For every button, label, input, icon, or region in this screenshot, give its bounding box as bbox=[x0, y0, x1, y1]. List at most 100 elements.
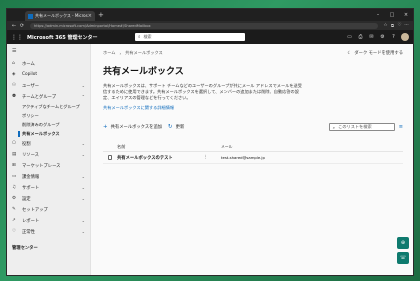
list-search-input[interactable]: ⌕ このリストを検索 bbox=[328, 123, 395, 131]
list-search-placeholder: このリストを検索 bbox=[338, 124, 372, 129]
add-icon: + bbox=[103, 124, 108, 130]
column-header-name[interactable]: 名前 bbox=[117, 144, 203, 150]
mailbox-name[interactable]: 共有メールボックスのテスト bbox=[117, 155, 203, 161]
sidebar-item-label: マーケットプレース bbox=[22, 163, 61, 169]
mail-icon[interactable]: ✉ bbox=[366, 34, 377, 40]
table-header: 名前 メール bbox=[103, 143, 403, 152]
sidebar-toggle-icon[interactable]: ☰ bbox=[7, 48, 90, 58]
sidebar-item-label: セットアップ bbox=[22, 207, 48, 213]
browser-window: 共有メールボックス - Microsoft 365 管 × + – □ × ← … bbox=[6, 8, 414, 276]
chevron-down-icon: ⌄ bbox=[81, 196, 85, 201]
support-icon: ♫ bbox=[12, 185, 17, 190]
list-toolbar: + 共有メールボックスを追加 ↻ 更新 ⌕ このリストを検索 ≡ bbox=[103, 123, 403, 131]
window-controls: – □ × bbox=[371, 12, 413, 18]
settings-icon[interactable]: ⚙ bbox=[377, 34, 388, 40]
chevron-down-icon: ⌄ bbox=[81, 174, 85, 179]
favorite-icon[interactable]: ☆ bbox=[382, 23, 389, 29]
marketplace-icon: ⊞ bbox=[12, 163, 16, 168]
back-icon[interactable]: ← bbox=[10, 23, 18, 29]
sidebar-item-billing[interactable]: ▭ 課金情報 ⌄ bbox=[7, 171, 90, 182]
browser-toolbar-icons: ☆ ⧉ ♡ ⋯ bbox=[382, 23, 410, 29]
sidebar-item-marketplace[interactable]: ⊞ マーケットプレース bbox=[7, 160, 90, 171]
assist-icon[interactable]: ⊕ bbox=[397, 237, 409, 249]
maximize-button[interactable]: □ bbox=[385, 12, 399, 18]
breadcrumb-current: 共有メールボックス bbox=[125, 50, 163, 55]
help-icon[interactable]: ? bbox=[388, 34, 399, 40]
sidebar-item-label: チームとグループ bbox=[22, 94, 56, 100]
sidebar-subitem-deleted-groups[interactable]: 削除済みのグループ bbox=[7, 120, 90, 129]
new-tab-button[interactable]: + bbox=[98, 11, 104, 19]
moon-icon: ☾ bbox=[347, 50, 352, 56]
sidebar-subitem-active-teams[interactable]: アクティブなチームとグループ bbox=[7, 102, 90, 111]
sidebar-subitem-shared-mailboxes[interactable]: 共有メールボックス bbox=[7, 129, 90, 138]
sidebar-item-label: サポート bbox=[22, 185, 40, 191]
tab-close-icon[interactable]: × bbox=[88, 13, 92, 19]
row-checkbox[interactable] bbox=[107, 155, 113, 160]
sidebar-item-settings[interactable]: ⚙ 設定 ⌄ bbox=[7, 193, 90, 204]
close-window-button[interactable]: × bbox=[399, 12, 413, 18]
header-search-input[interactable]: ⌕ 検索 bbox=[135, 33, 245, 41]
billing-icon: ▭ bbox=[12, 174, 17, 179]
page-title: 共有メールボックス bbox=[103, 67, 184, 77]
chevron-down-icon: ⌄ bbox=[81, 141, 85, 146]
sidebar-item-setup[interactable]: ✎ セットアップ bbox=[7, 204, 90, 215]
table-row[interactable]: 共有メールボックスのテスト ⋮ test-shared@sample.jp bbox=[103, 152, 403, 164]
content-pane: ホーム › 共有メールボックス ☾ ダーク モードを使用する 共有メールボックス… bbox=[91, 44, 413, 275]
sidebar-item-label: レポート bbox=[22, 218, 40, 224]
sidebar-item-home[interactable]: ⌂ ホーム bbox=[7, 58, 90, 69]
resources-icon: ▤ bbox=[12, 152, 17, 157]
user-icon: ⚇ bbox=[12, 83, 17, 88]
minimize-button[interactable]: – bbox=[371, 12, 385, 18]
gear-icon: ⚙ bbox=[12, 196, 17, 201]
chevron-up-icon: ⌃ bbox=[81, 94, 85, 99]
sidebar-section-admin-centers: 管理センター bbox=[12, 246, 38, 251]
dark-mode-toggle[interactable]: ☾ ダーク モードを使用する bbox=[347, 50, 404, 57]
favicon-icon bbox=[28, 13, 33, 19]
row-check-cell bbox=[103, 155, 117, 160]
sidebar-subitem-policies[interactable]: ポリシー bbox=[7, 111, 90, 120]
sidebar-item-label: 課金情報 bbox=[22, 174, 40, 180]
more-actions-icon[interactable]: ⋮ bbox=[203, 155, 221, 160]
mailbox-table: 名前 メール 共有メールボックスのテスト ⋮ test-shared@sampl… bbox=[103, 143, 403, 164]
refresh-label: 更新 bbox=[175, 125, 185, 130]
copilot-icon: ◈ bbox=[12, 72, 16, 77]
add-shared-mailbox-button[interactable]: + 共有メールボックスを追加 bbox=[103, 124, 162, 130]
tab-title: 共有メールボックス - Microsoft 365 管 bbox=[35, 13, 88, 18]
more-icon[interactable]: ⋯ bbox=[403, 23, 410, 29]
sidebar-item-support[interactable]: ♫ サポート ⌄ bbox=[7, 182, 90, 193]
address-bar: ← ⟳ https://admin.microsoft.com/Adminpor… bbox=[7, 21, 413, 30]
breadcrumb-separator: › bbox=[119, 50, 122, 56]
sidebar-item-label: Copilot bbox=[22, 72, 38, 77]
learn-more-link[interactable]: 共有メールボックスに関する詳細情報 bbox=[103, 105, 403, 111]
browser-tab[interactable]: 共有メールボックス - Microsoft 365 管 × bbox=[25, 11, 95, 21]
search-icon: ⌕ bbox=[138, 35, 141, 40]
collections-icon[interactable]: ♡ bbox=[396, 23, 403, 29]
split-screen-icon[interactable]: ⧉ bbox=[389, 23, 396, 29]
chat-support-icon[interactable]: ☏ bbox=[397, 252, 409, 264]
browser-tab-bar: 共有メールボックス - Microsoft 365 管 × + – □ × bbox=[7, 9, 413, 21]
sidebar-item-copilot[interactable]: ◈ Copilot bbox=[7, 69, 90, 80]
sidebar-item-users[interactable]: ⚇ ユーザー ⌄ bbox=[7, 80, 90, 91]
refresh-button[interactable]: ↻ 更新 bbox=[168, 124, 184, 130]
screen-icon[interactable]: ▭ bbox=[344, 34, 355, 40]
sidebar-item-roles[interactable]: ⎔ 役割 ⌄ bbox=[7, 138, 90, 149]
sidebar-item-teams-groups[interactable]: ⚉ チームとグループ ⌃ bbox=[7, 91, 90, 102]
app-title[interactable]: Microsoft 365 管理センター bbox=[27, 34, 105, 41]
sidebar-item-resources[interactable]: ▤ リソース ⌄ bbox=[7, 149, 90, 160]
sidebar-item-label: 役割 bbox=[22, 141, 31, 147]
column-header-email[interactable]: メール bbox=[221, 144, 403, 150]
app-launcher-icon[interactable]: ⋮⋮ bbox=[11, 34, 23, 41]
page-description: 共有メールボックスは、サポート チームなどのユーザーのグループが共にメール アド… bbox=[103, 83, 302, 100]
setup-icon: ✎ bbox=[12, 207, 16, 212]
url-field[interactable]: https://admin.microsoft.com/Adminportal/… bbox=[30, 22, 378, 29]
filter-icon[interactable]: ≡ bbox=[399, 124, 403, 130]
sidebar-item-health[interactable]: ♡ 正常性 ⌄ bbox=[7, 226, 90, 237]
print-icon[interactable]: ⎙ bbox=[355, 34, 366, 40]
chevron-down-icon: ⌄ bbox=[81, 229, 85, 234]
sidebar: ☰ ⌂ ホーム ◈ Copilot ⚇ ユーザー ⌄ ⚉ チームとグループ ⌃ … bbox=[7, 44, 91, 275]
reload-icon[interactable]: ⟳ bbox=[18, 23, 26, 29]
breadcrumb-home-link[interactable]: ホーム bbox=[103, 50, 115, 56]
avatar[interactable] bbox=[401, 33, 409, 41]
chevron-down-icon: ⌄ bbox=[81, 218, 85, 223]
sidebar-item-reports[interactable]: ↗ レポート ⌄ bbox=[7, 215, 90, 226]
